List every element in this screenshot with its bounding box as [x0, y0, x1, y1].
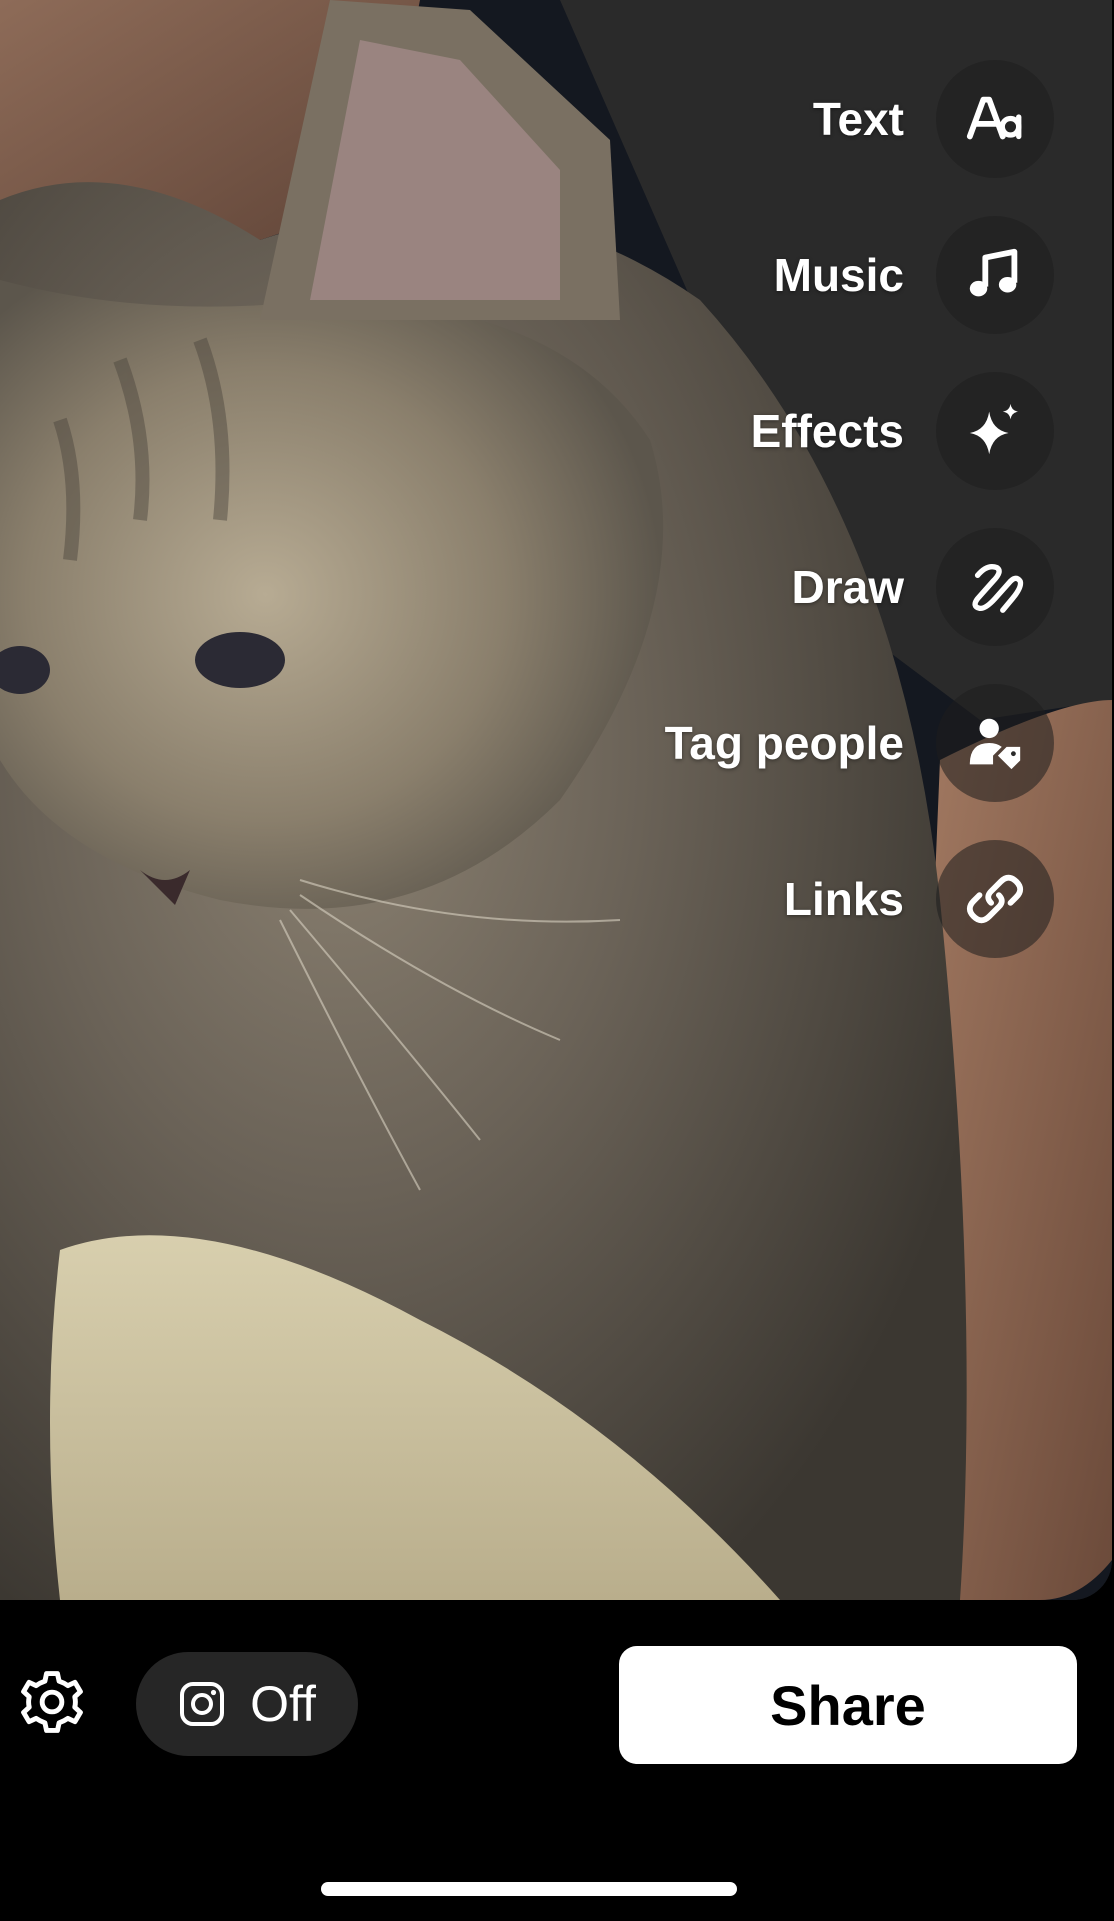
home-indicator[interactable]	[321, 1882, 737, 1896]
tag-people-tool-button[interactable]	[936, 684, 1054, 802]
text-tool[interactable]: Text	[813, 59, 1054, 179]
links-tool-button[interactable]	[936, 840, 1054, 958]
music-note-icon	[969, 248, 1018, 297]
settings-button[interactable]	[14, 1664, 90, 1740]
tag-people-tool-label: Tag people	[664, 717, 904, 769]
music-tool[interactable]: Music	[774, 215, 1054, 335]
sparkle-icon	[969, 403, 1019, 455]
text-tool-button[interactable]	[936, 60, 1054, 178]
links-tool[interactable]: Links	[784, 839, 1054, 959]
draw-tool-button[interactable]	[936, 528, 1054, 646]
instagram-icon	[180, 1682, 225, 1726]
effects-tool-button[interactable]	[936, 372, 1054, 490]
text-aa-icon	[966, 96, 1022, 140]
tag-people-tool[interactable]: Tag people	[665, 683, 1054, 803]
gear-icon	[21, 1671, 83, 1733]
music-tool-label: Music	[773, 249, 904, 301]
effects-tool-label: Effects	[750, 405, 904, 457]
squiggle-draw-icon	[972, 564, 1024, 613]
music-tool-button[interactable]	[936, 216, 1054, 334]
draw-tool-label: Draw	[791, 561, 904, 613]
person-tag-icon	[969, 718, 1021, 770]
draw-tool[interactable]: Draw	[792, 527, 1054, 647]
instagram-share-toggle[interactable]: Off	[136, 1652, 358, 1756]
share-button[interactable]: Share	[619, 1646, 1077, 1764]
instagram-toggle-label: Off	[250, 1676, 316, 1732]
links-tool-label: Links	[783, 873, 904, 925]
link-icon	[966, 874, 1024, 924]
text-tool-label: Text	[812, 93, 904, 145]
effects-tool[interactable]: Effects	[751, 371, 1054, 491]
